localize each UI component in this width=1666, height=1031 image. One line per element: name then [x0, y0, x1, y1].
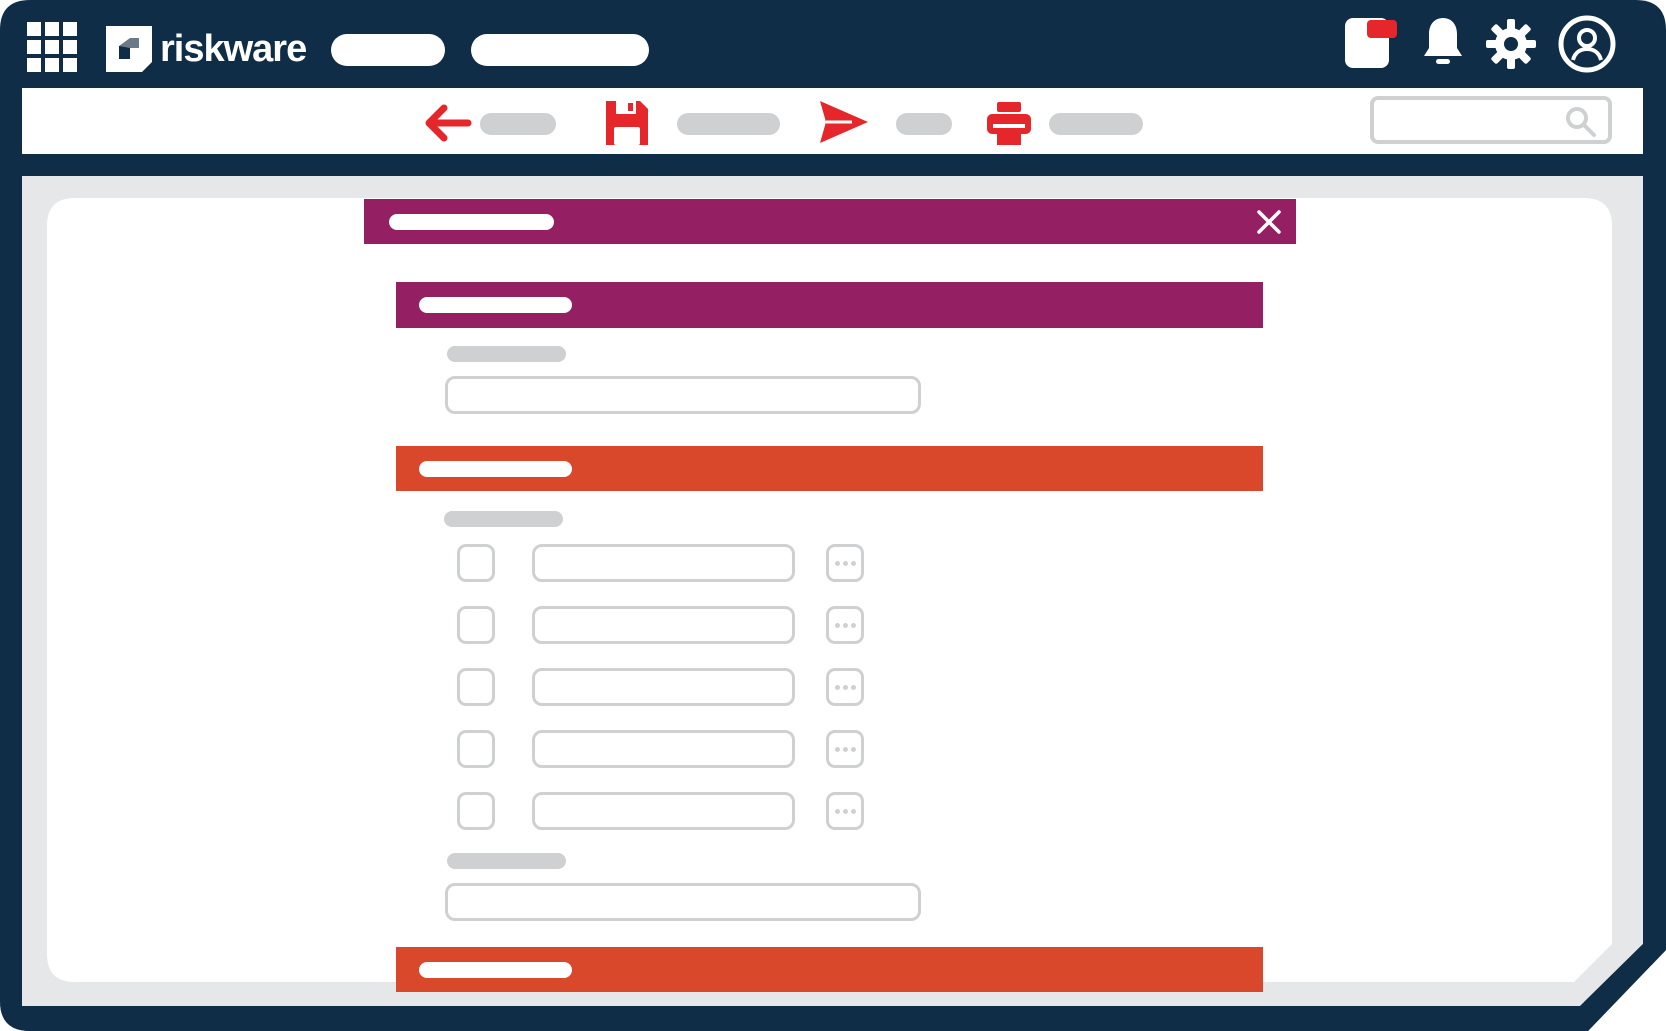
- ellipsis-icon: [834, 808, 840, 814]
- app-badge-icon: [1345, 18, 1397, 68]
- printer-icon: [987, 102, 1031, 145]
- row-checkbox[interactable]: [457, 668, 495, 706]
- paper-plane-icon: [820, 101, 868, 143]
- gear-icon: [1486, 19, 1536, 69]
- section-title-2: [419, 461, 572, 477]
- ellipsis-icon: [834, 746, 840, 752]
- row-input[interactable]: [532, 668, 795, 706]
- row-input[interactable]: [532, 792, 795, 830]
- user-circle-icon: [1558, 15, 1616, 73]
- modal-header: [364, 199, 1296, 244]
- save-label: [677, 113, 780, 135]
- ellipsis-icon: [834, 622, 840, 628]
- close-icon[interactable]: [1256, 209, 1282, 235]
- row-checkbox[interactable]: [457, 544, 495, 582]
- nav-link-1[interactable]: [331, 34, 445, 66]
- section-header-3[interactable]: [396, 947, 1263, 992]
- row-checkbox[interactable]: [457, 730, 495, 768]
- settings-button[interactable]: [1486, 19, 1536, 69]
- print-button[interactable]: [987, 100, 1143, 146]
- row-input[interactable]: [532, 606, 795, 644]
- row-input[interactable]: [532, 544, 795, 582]
- send-label: [896, 113, 952, 135]
- row-more-button[interactable]: [826, 668, 864, 706]
- row-checkbox[interactable]: [457, 792, 495, 830]
- modal-title: [389, 214, 554, 230]
- floppy-disk-icon: [606, 101, 648, 145]
- arrow-left-icon: [425, 104, 472, 142]
- section-title-3: [419, 962, 572, 978]
- apps-grid-button[interactable]: [27, 22, 77, 72]
- brand-name: riskware: [160, 28, 307, 70]
- save-button[interactable]: [606, 100, 780, 146]
- text-field-2[interactable]: [445, 883, 921, 921]
- nav-link-2[interactable]: [471, 34, 649, 66]
- search-input[interactable]: [1370, 96, 1612, 144]
- row-input[interactable]: [532, 730, 795, 768]
- section-header-1[interactable]: [396, 282, 1263, 328]
- notifications-button[interactable]: [1423, 18, 1463, 68]
- field-label-2: [447, 853, 566, 869]
- row-checkbox[interactable]: [457, 606, 495, 644]
- print-label: [1049, 113, 1143, 135]
- ellipsis-icon: [834, 560, 840, 566]
- row-more-button[interactable]: [826, 730, 864, 768]
- riskware-logo-icon: [106, 26, 152, 72]
- window-frame: [0, 0, 1666, 1031]
- app-window: [0, 0, 1666, 1031]
- account-button[interactable]: [1557, 14, 1617, 74]
- send-button[interactable]: [818, 100, 952, 146]
- row-more-button[interactable]: [826, 606, 864, 644]
- list-label: [444, 511, 563, 527]
- back-label: [480, 113, 556, 135]
- field-label-1: [447, 346, 566, 362]
- bell-icon: [1424, 18, 1462, 64]
- back-button[interactable]: [424, 104, 556, 144]
- search-icon: [1566, 107, 1596, 137]
- row-more-button[interactable]: [826, 544, 864, 582]
- grid-icon: [27, 22, 77, 72]
- section-header-2[interactable]: [396, 446, 1263, 491]
- ellipsis-icon: [834, 684, 840, 690]
- row-more-button[interactable]: [826, 792, 864, 830]
- brand-logo[interactable]: riskware: [106, 25, 307, 73]
- app-notification-button[interactable]: [1345, 16, 1397, 70]
- text-field-1[interactable]: [445, 376, 921, 414]
- section-title-1: [419, 297, 572, 313]
